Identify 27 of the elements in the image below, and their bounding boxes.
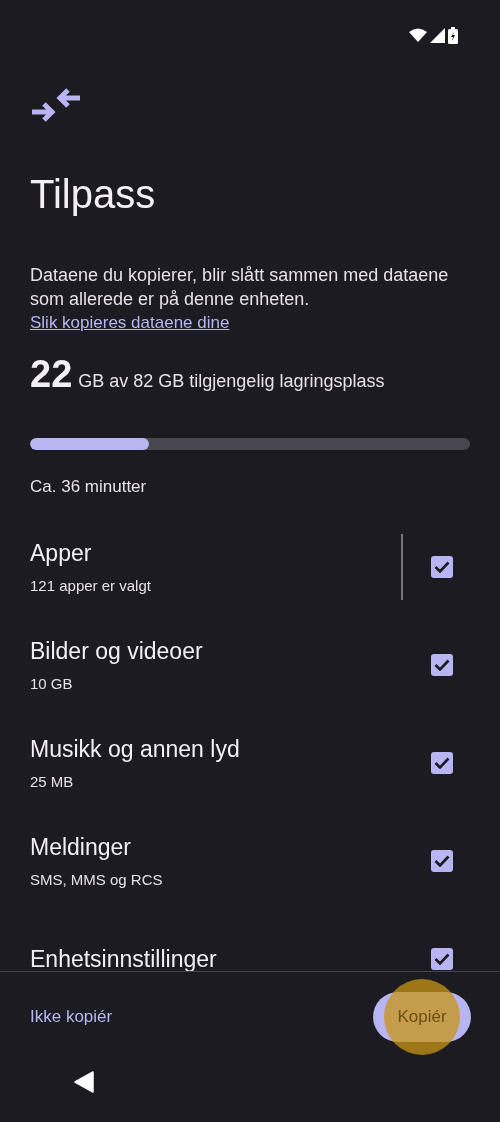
- item-subtitle: 25 MB: [30, 773, 74, 790]
- checkbox[interactable]: [431, 850, 453, 872]
- item-title: Apper: [30, 540, 92, 567]
- item-title: Enhetsinnstillinger: [30, 945, 217, 971]
- item-title: Musikk og annen lyd: [30, 736, 240, 763]
- back-icon[interactable]: [74, 1071, 94, 1093]
- item-title: Bilder og videoer: [30, 638, 203, 665]
- checkbox[interactable]: [431, 948, 453, 970]
- merge-arrows-icon: [30, 88, 82, 124]
- signal-icon: [430, 27, 445, 43]
- description-text: Dataene du kopierer, blir slått sammen med dataene som allerede er på denne enheten.: [30, 264, 450, 311]
- storage-text: GB av 82 GB tilgjengelig lagringsplass: [78, 371, 385, 392]
- item-subtitle: 10 GB: [30, 675, 73, 692]
- skip-button[interactable]: Ikke kopiér: [30, 1007, 113, 1027]
- checkbox[interactable]: [431, 654, 453, 676]
- item-subtitle: 121 apper er valgt: [30, 577, 151, 594]
- time-estimate: Ca. 36 minutter: [30, 477, 148, 497]
- help-link[interactable]: Slik kopieres dataene dine: [30, 311, 230, 335]
- storage-amount: 22: [30, 353, 73, 396]
- copy-button-label: Kopiér: [397, 1007, 447, 1027]
- checkbox[interactable]: [431, 752, 453, 774]
- item-subtitle: SMS, MMS og RCS: [30, 871, 163, 888]
- battery-icon: [448, 26, 458, 44]
- page-title: Tilpass: [30, 172, 157, 217]
- item-title: Meldinger: [30, 834, 131, 861]
- checkbox[interactable]: [431, 556, 453, 578]
- wifi-icon: [409, 28, 427, 42]
